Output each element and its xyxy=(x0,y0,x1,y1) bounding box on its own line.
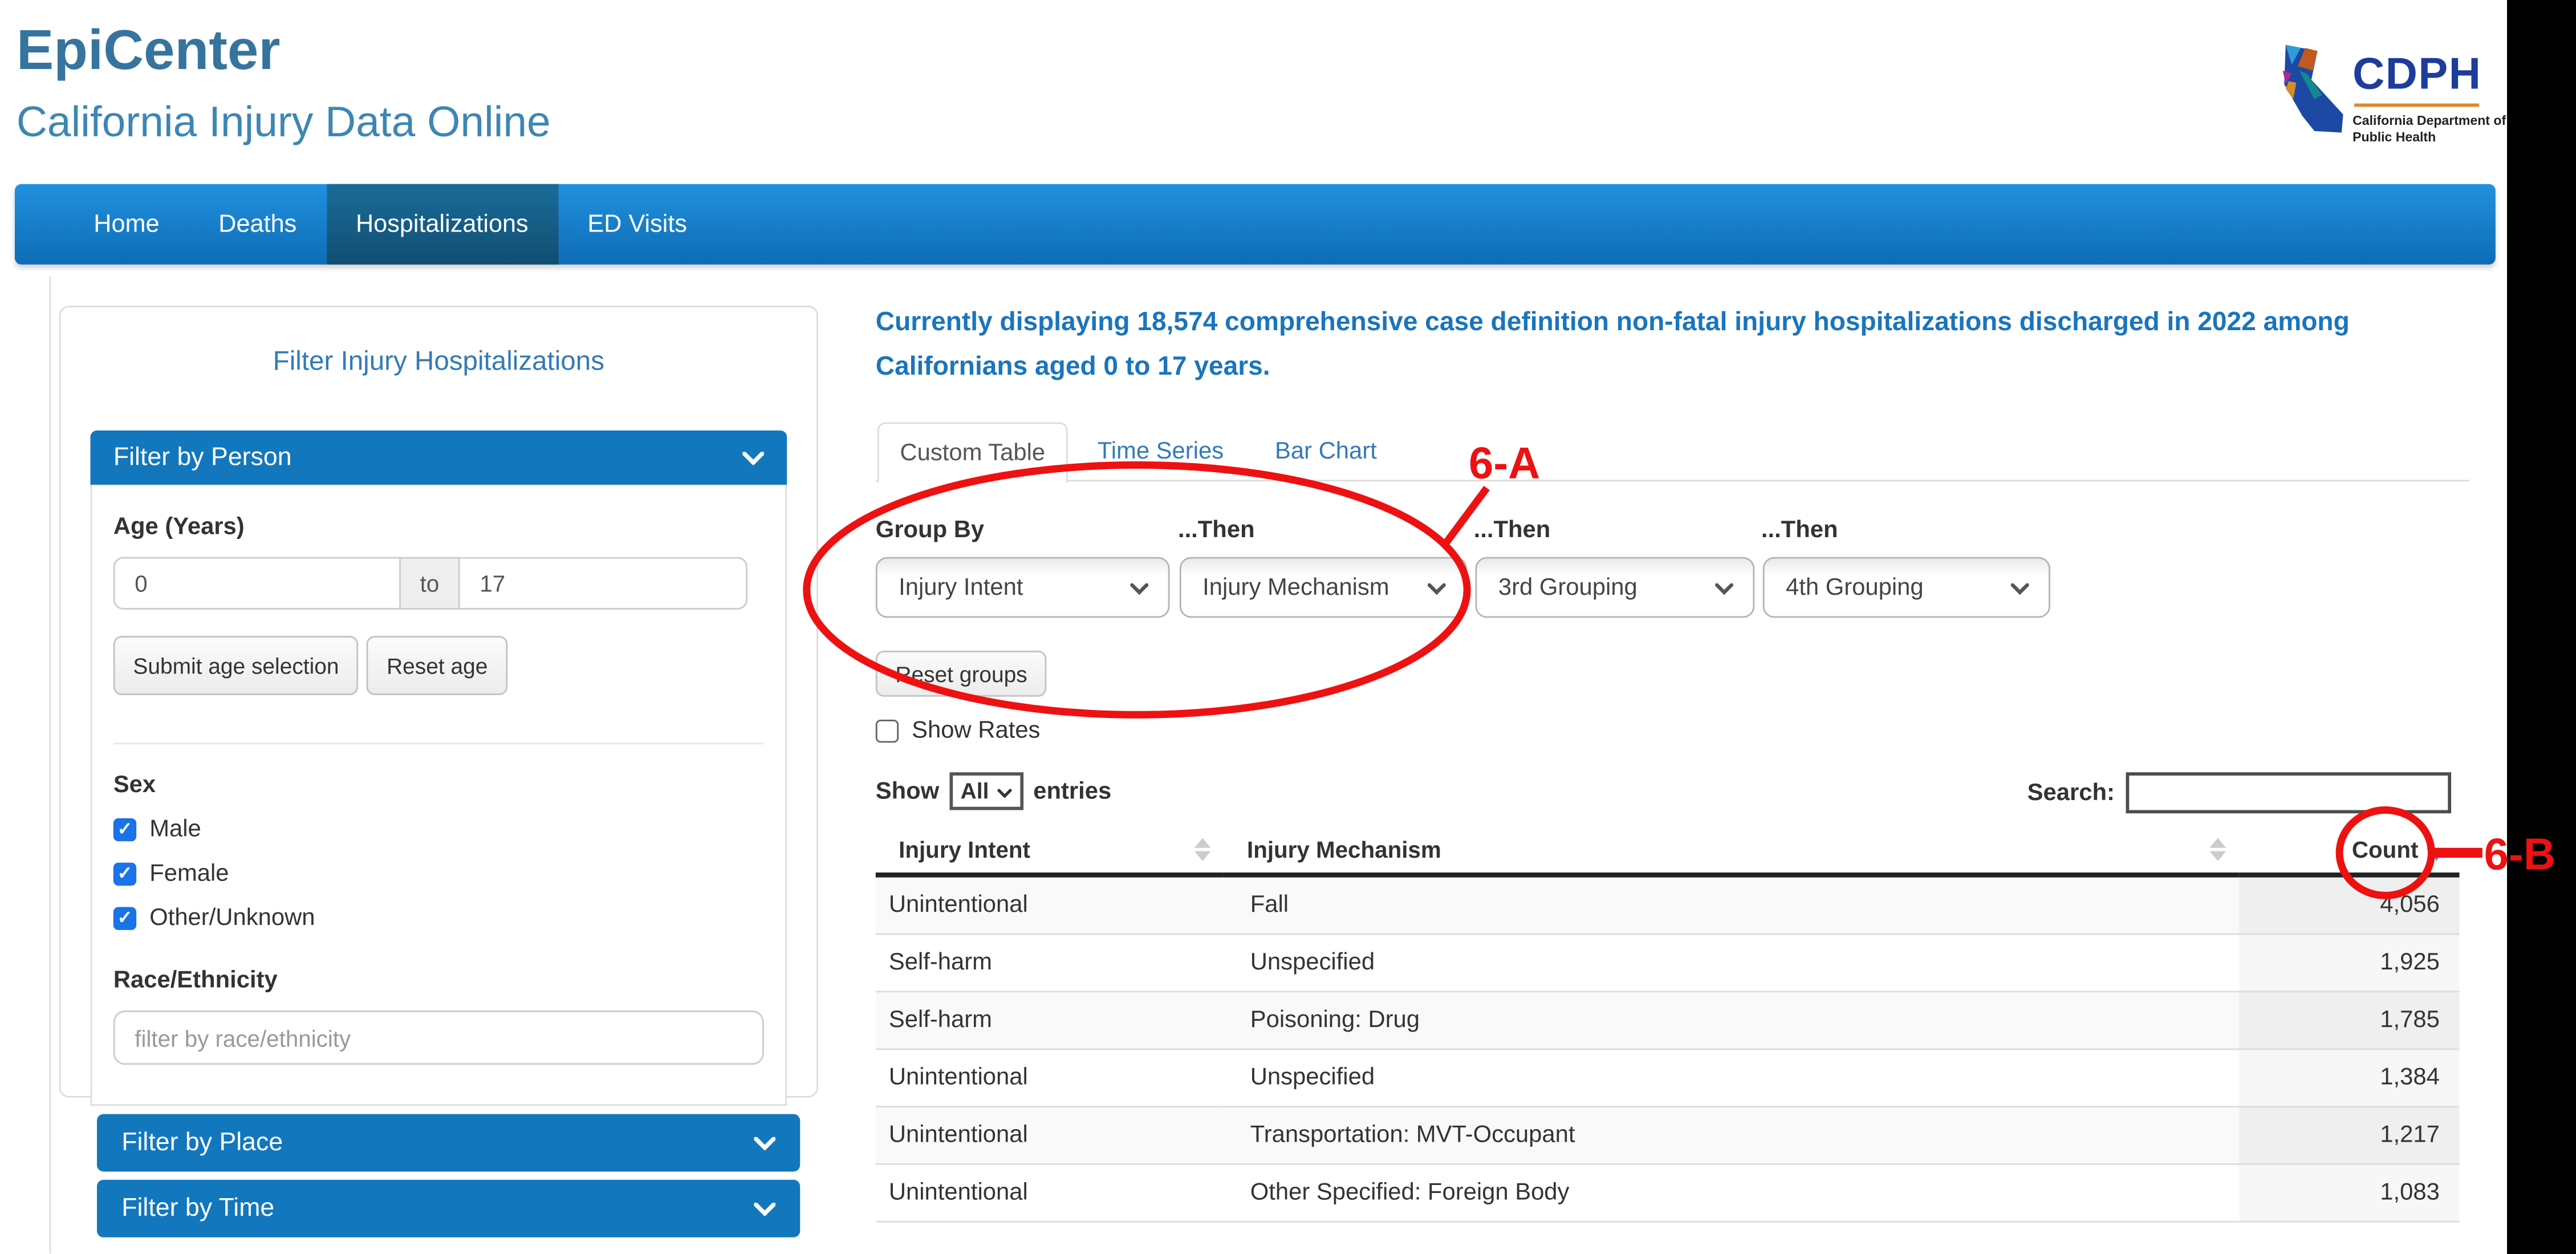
column-header-count[interactable]: Count xyxy=(2239,830,2459,875)
group-by-select-4[interactable]: 4th Grouping xyxy=(1763,557,2050,618)
logo-org-line2: Public Health xyxy=(2352,130,2506,147)
nav-item-deaths[interactable]: Deaths xyxy=(189,184,326,265)
nav-item-hospitalizations[interactable]: Hospitalizations xyxy=(326,184,558,265)
entries-control: Show All entries xyxy=(876,772,1111,810)
race-ethnicity-label: Race/Ethnicity xyxy=(113,968,764,994)
chevron-down-icon xyxy=(754,1194,775,1223)
view-tabs: Custom Table Time Series Bar Chart xyxy=(876,423,2469,482)
group-by-label: Group By xyxy=(876,518,984,544)
chevron-down-icon xyxy=(754,1128,775,1158)
filter-by-person-body: Age (Years) to Submit age selection Rese… xyxy=(90,485,787,1106)
sort-descending-icon xyxy=(2427,848,2447,861)
then-label-3: ...Then xyxy=(1761,518,1838,544)
nav-item-ed-visits[interactable]: ED Visits xyxy=(558,184,717,265)
tab-time-series[interactable]: Time Series xyxy=(1098,423,1224,482)
show-rates-label: Show Rates xyxy=(912,718,1040,744)
reset-groups-button[interactable]: Reset groups xyxy=(876,651,1047,697)
other-unknown-checkbox[interactable]: ✓ xyxy=(113,907,136,930)
search-input[interactable] xyxy=(2126,772,2452,813)
sort-both-icon xyxy=(2209,838,2226,861)
tab-bar-chart[interactable]: Bar Chart xyxy=(1275,423,1377,482)
divider xyxy=(113,742,764,744)
column-header-injury-intent[interactable]: Injury Intent xyxy=(876,830,1224,875)
cdph-logo: CDPH California Department of Public Hea… xyxy=(2272,41,2506,146)
nav-item-home[interactable]: Home xyxy=(64,184,189,265)
table-row: Unintentional Transportation: MVT-Occupa… xyxy=(876,1107,2460,1164)
sort-both-icon xyxy=(1194,838,1211,861)
table-row: Self-harm Poisoning: Drug 1,785 xyxy=(876,992,2460,1049)
race-ethnicity-input[interactable] xyxy=(113,1010,764,1065)
page: EpiCenter California Injury Data Online … xyxy=(0,0,2576,1254)
age-to-separator: to xyxy=(401,557,460,610)
table-header-row: Injury Intent Injury Mechanism Count xyxy=(876,830,2460,875)
table-row: Self-harm Unspecified 1,925 xyxy=(876,934,2460,992)
filter-by-time-header[interactable]: Filter by Time xyxy=(97,1180,800,1237)
reset-age-button[interactable]: Reset age xyxy=(367,636,507,695)
male-checkbox[interactable]: ✓ xyxy=(113,818,136,841)
column-header-injury-mechanism[interactable]: Injury Mechanism xyxy=(1224,830,2240,875)
filter-by-place-header[interactable]: Filter by Place xyxy=(97,1114,800,1172)
chevron-down-icon xyxy=(2011,574,2029,600)
show-rates-checkbox[interactable] xyxy=(876,720,899,742)
chevron-down-icon xyxy=(1428,574,1446,600)
male-checkbox-label: Male xyxy=(149,817,201,843)
filter-panel-title: Filter Injury Hospitalizations xyxy=(61,347,816,378)
summary-text: Currently displaying 18,574 comprehensiv… xyxy=(876,301,2350,389)
submit-age-button[interactable]: Submit age selection xyxy=(113,636,359,695)
site-title: EpiCenter xyxy=(17,20,551,84)
results-table: Injury Intent Injury Mechanism Count xyxy=(876,830,2460,1223)
show-entries-suffix: entries xyxy=(1033,778,1111,804)
search-label: Search: xyxy=(2028,780,2115,806)
logo-rule xyxy=(2354,104,2479,107)
table-row: Unintentional Unspecified 1,384 xyxy=(876,1049,2460,1107)
main-nav: Home Deaths Hospitalizations ED Visits xyxy=(15,184,2496,265)
age-label: Age (Years) xyxy=(113,514,764,541)
table-row: Unintentional Fall 4,056 xyxy=(876,875,2460,934)
age-min-input[interactable] xyxy=(113,557,401,610)
filter-by-person-header[interactable]: Filter by Person xyxy=(90,431,787,485)
chevron-down-icon xyxy=(1715,574,1733,600)
group-by-select-2[interactable]: Injury Mechanism xyxy=(1180,557,1467,618)
logo-acronym: CDPH xyxy=(2352,52,2506,97)
sex-label: Sex xyxy=(113,772,764,798)
then-label-2: ...Then xyxy=(1474,518,1551,544)
right-black-strip xyxy=(2507,0,2576,1254)
logo-org-line1: California Department of xyxy=(2352,113,2506,130)
container-left-border xyxy=(49,276,51,1253)
chevron-down-icon xyxy=(997,779,1012,803)
female-checkbox-label: Female xyxy=(149,861,229,887)
california-state-icon xyxy=(2272,41,2348,146)
table-row: Unintentional Other Specified: Foreign B… xyxy=(876,1164,2460,1221)
female-checkbox[interactable]: ✓ xyxy=(113,863,136,886)
tab-custom-table[interactable]: Custom Table xyxy=(877,423,1068,484)
site-subtitle: California Injury Data Online xyxy=(17,97,551,148)
chevron-down-icon xyxy=(742,443,763,473)
chevron-down-icon xyxy=(1130,574,1148,600)
other-unknown-checkbox-label: Other/Unknown xyxy=(149,906,315,932)
group-by-select-1[interactable]: Injury Intent xyxy=(876,557,1170,618)
brand-block: EpiCenter California Injury Data Online xyxy=(17,20,551,148)
group-by-select-3[interactable]: 3rd Grouping xyxy=(1475,557,1754,618)
show-entries-prefix: Show xyxy=(876,778,939,804)
age-max-input[interactable] xyxy=(460,557,747,610)
entries-count-select[interactable]: All xyxy=(949,772,1023,810)
then-label-1: ...Then xyxy=(1178,518,1255,544)
filter-panel: Filter Injury Hospitalizations Filter by… xyxy=(59,306,818,1098)
